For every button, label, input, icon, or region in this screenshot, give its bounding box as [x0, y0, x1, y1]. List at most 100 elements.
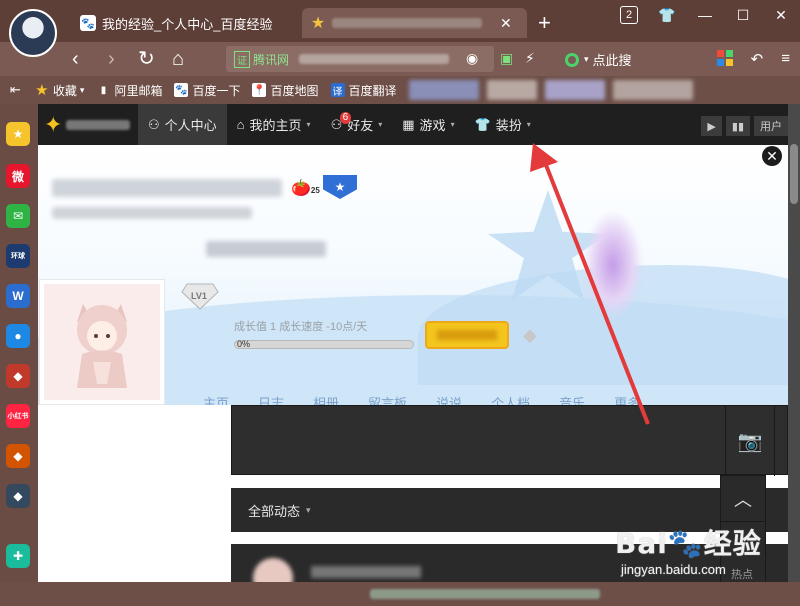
tab-profile[interactable]: 个人档	[491, 393, 530, 405]
screenshot-icon[interactable]: ▣	[500, 50, 513, 67]
feed-name-blurred	[311, 566, 421, 578]
browser-nav-bar: ‹ › ↻ ⌂ 证 腾讯网 ◉ ▣ ⚡ ▾ 点此搜 ↶ ≡	[0, 42, 800, 76]
play-icon[interactable]: ▶	[701, 116, 722, 136]
global-net-icon[interactable]: 环球	[6, 244, 30, 268]
undo-icon[interactable]: ↶	[751, 50, 764, 68]
browser-tab-baidu-jingyan[interactable]: 🐾 我的经验_个人中心_百度经验	[72, 8, 300, 38]
bookmark-blurred[interactable]	[612, 80, 693, 100]
growth-text: 成长值 1 成长速度 -10点/天	[234, 321, 368, 333]
game3-icon[interactable]: ◆	[6, 484, 30, 508]
bookmark-baidu-translate[interactable]: 译 百度翻译	[330, 82, 397, 99]
xiaohongshu-icon[interactable]: 小红书	[6, 404, 30, 428]
game2-icon[interactable]: ◆	[6, 444, 30, 468]
bookmark-label: 阿里邮箱	[114, 83, 163, 98]
vip-shield-icon: ★	[323, 175, 357, 199]
chat-icon[interactable]: ●	[6, 324, 30, 348]
minimize-icon[interactable]: —	[686, 7, 724, 23]
skin-shirt-icon[interactable]: 👕	[648, 7, 686, 24]
tab-music[interactable]: 音乐	[559, 393, 585, 405]
search-placeholder: 点此搜	[592, 53, 632, 68]
tab-more[interactable]: 更多	[614, 393, 640, 405]
bookmark-label: 百度一下	[192, 83, 241, 98]
tab-message-board[interactable]: 留言板	[368, 393, 407, 405]
chevron-down-icon: ▾	[450, 120, 455, 129]
nav-dress-up[interactable]: 👕 装扮 ▾	[465, 104, 541, 145]
refresh-icon[interactable]: ↻	[138, 46, 155, 72]
profile-avatar[interactable]	[39, 279, 165, 405]
forward-arrow-icon[interactable]: ›	[108, 46, 115, 72]
browser-user-avatar[interactable]	[9, 9, 57, 57]
menu-icon[interactable]: ≡	[781, 50, 790, 68]
doc-icon: ▮	[100, 84, 107, 96]
tab-album[interactable]: 相册	[313, 393, 339, 405]
heart-diamond-icon[interactable]: ◆	[523, 325, 537, 346]
bookmarks-collapse-icon[interactable]: ⇤	[10, 82, 21, 98]
nav-friends[interactable]: ⚇ 6 好友 ▾	[321, 104, 393, 145]
nav-personal-center[interactable]: ⚇ 个人中心	[138, 104, 227, 145]
nav-label: 个人中心	[164, 118, 217, 133]
back-arrow-icon[interactable]: ‹	[72, 46, 79, 72]
weibo-icon[interactable]: 微	[6, 164, 30, 188]
star-icon: ★	[35, 82, 49, 99]
bookmark-ali-mail[interactable]: ▮ 阿里邮箱	[96, 82, 163, 99]
word-doc-icon[interactable]: W	[6, 284, 30, 308]
camera-icon[interactable]: 📷	[725, 406, 775, 476]
profile-banner: 🍅25 ★ LV1 成长值 1 成长速度 -10点/天 0% ◆ 主页 日志 相…	[38, 145, 788, 405]
maximize-icon[interactable]: ☐	[724, 7, 762, 24]
watermark-url: jingyan.baidu.com	[621, 562, 726, 577]
plus-tool-icon[interactable]: ✚	[6, 544, 30, 568]
shirt-icon: 👕	[474, 116, 491, 132]
bookmarks-bar: ⇤ ★ 收藏 ▾ ▮ 阿里邮箱 🐾 百度一下 📍 百度地图 译 百度翻译	[0, 76, 800, 104]
stats-icon[interactable]: ▮▮	[725, 116, 750, 136]
window-controls: 2 👕 — ☐ ✕	[610, 6, 800, 24]
close-window-icon[interactable]: ✕	[762, 7, 800, 24]
apps-grid-icon[interactable]	[716, 50, 733, 66]
tab-home[interactable]: 主页	[203, 393, 229, 405]
subtitle-blurred	[206, 241, 326, 257]
user-menu[interactable]: 用户	[754, 116, 788, 136]
home-icon: ⌂	[236, 117, 245, 132]
nav-my-homepage[interactable]: ⌂ 我的主页 ▾	[227, 104, 321, 145]
vip-badge[interactable]	[425, 321, 509, 349]
chevron-down-icon: ▾	[306, 120, 311, 129]
post-composer[interactable]: 📷	[231, 405, 788, 476]
favorites-star-icon[interactable]: ★	[6, 122, 30, 146]
mail-icon[interactable]: ✉	[6, 204, 30, 228]
qzone-logo[interactable]: ✦	[38, 104, 138, 145]
tab-close-icon[interactable]: ✕	[500, 15, 512, 32]
nav-games[interactable]: ▦ 游戏 ▾	[392, 104, 464, 145]
address-bar[interactable]: 证 腾讯网	[226, 46, 494, 72]
friends-icon: ⚇ 6	[331, 111, 352, 133]
tab-moments[interactable]: 说说	[436, 393, 462, 405]
game-icon[interactable]: ◆	[6, 364, 30, 388]
home-icon[interactable]: ⌂	[172, 46, 184, 72]
url-text-blurred	[299, 54, 450, 64]
baidu-jingyan-watermark: Bai🐾经验 jingyan.baidu.com	[615, 522, 785, 592]
new-tab-button[interactable]: +	[538, 10, 551, 36]
browser-tab-qzone[interactable]: ★ ✕	[302, 8, 527, 38]
chevron-down-icon: ▾	[378, 120, 383, 129]
qzone-logo-text-blurred	[66, 119, 131, 130]
tracking-icon[interactable]: ◉	[466, 50, 478, 67]
friends-badge: 6	[339, 111, 352, 124]
bookmark-favorites[interactable]: ★ 收藏 ▾	[35, 82, 84, 99]
browser-sidebar: ★ 微 ✉ 环球 W ● ◆ 小红书 ◆ ◆ ✚	[0, 104, 38, 606]
nav-label: 游戏	[419, 118, 446, 133]
watermark-brand: Bai🐾经验	[615, 527, 762, 560]
scroll-thumb[interactable]	[790, 144, 798, 204]
qr-flash-icon[interactable]: ⚡	[525, 50, 535, 67]
tab-count-button[interactable]: 2	[620, 6, 638, 24]
bookmark-baidu-map[interactable]: 📍 百度地图	[252, 82, 319, 99]
page-scrollbar[interactable]	[788, 104, 800, 582]
tab-blog[interactable]: 日志	[258, 393, 284, 405]
badge-count: 25	[310, 186, 320, 195]
bookmark-baidu[interactable]: 🐾 百度一下	[174, 82, 240, 99]
fruit-badge-icon: 🍅25	[291, 180, 320, 197]
search-engine-selector[interactable]: ▾ 点此搜	[565, 50, 632, 69]
bookmark-blurred[interactable]	[544, 80, 605, 100]
bookmark-blurred[interactable]	[486, 80, 537, 100]
scroll-top-icon[interactable]: ︿	[721, 476, 765, 522]
close-icon[interactable]: ✕	[762, 146, 782, 166]
nav-label: 好友	[347, 118, 374, 133]
bookmark-blurred[interactable]	[408, 80, 479, 100]
